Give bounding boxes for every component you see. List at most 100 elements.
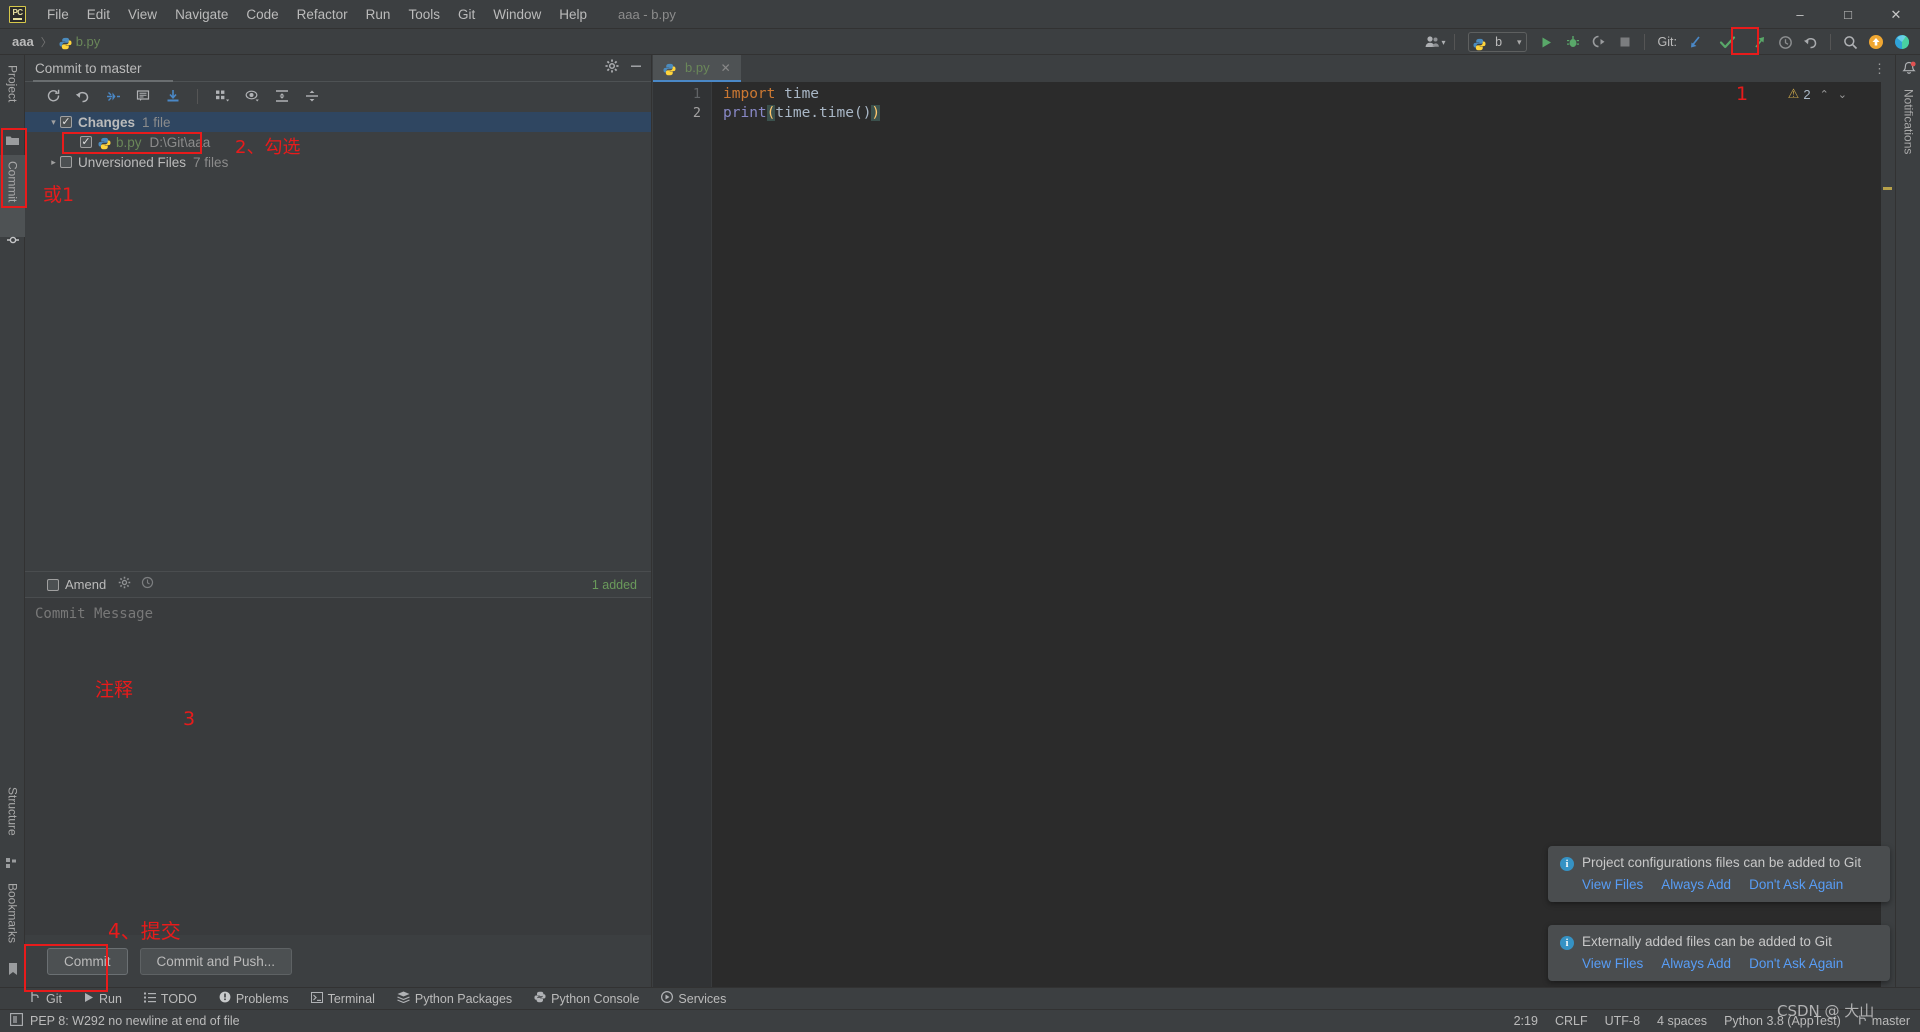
caret-position[interactable]: 2:19 bbox=[1514, 1014, 1538, 1028]
ide-icon[interactable] bbox=[1890, 31, 1914, 53]
expand-all-icon[interactable] bbox=[274, 88, 290, 104]
commit-button[interactable]: Commit bbox=[47, 947, 128, 975]
chevron-down-icon[interactable]: ▾ bbox=[1517, 37, 1522, 48]
tool-tab-services[interactable]: Services bbox=[661, 990, 726, 1006]
chevron-down-icon[interactable]: ▾ bbox=[47, 117, 60, 128]
rollback-icon[interactable] bbox=[75, 88, 91, 104]
commit-options-gear-icon[interactable] bbox=[118, 576, 131, 594]
notification-project-config: i Project configurations files can be ad… bbox=[1548, 846, 1890, 902]
git-update-icon[interactable] bbox=[1683, 31, 1707, 53]
message-history-icon[interactable] bbox=[135, 88, 151, 104]
menu-file[interactable]: File bbox=[38, 5, 78, 24]
line-separator[interactable]: CRLF bbox=[1555, 1014, 1588, 1028]
tool-tab-problems[interactable]: Problems bbox=[219, 991, 289, 1006]
tool-tab-todo[interactable]: TODO bbox=[143, 992, 197, 1006]
tab-b-py[interactable]: b.py ✕ bbox=[653, 55, 741, 82]
menu-git[interactable]: Git bbox=[449, 5, 484, 24]
indent-setting[interactable]: 4 spaces bbox=[1657, 1014, 1707, 1028]
breadcrumb-file[interactable]: b.py bbox=[76, 34, 101, 49]
menu-window[interactable]: Window bbox=[484, 5, 550, 24]
dont-ask-again-link[interactable]: Don't Ask Again bbox=[1749, 877, 1843, 892]
right-tool-stripe: Notifications bbox=[1895, 55, 1920, 987]
menu-navigate[interactable]: Navigate bbox=[166, 5, 237, 24]
download-icon[interactable] bbox=[165, 88, 181, 104]
structure-icon bbox=[6, 855, 18, 873]
sidebar-item-notifications[interactable]: Notifications bbox=[1896, 83, 1920, 187]
rollback-icon[interactable] bbox=[1799, 31, 1823, 53]
next-problem-icon[interactable]: ⌄ bbox=[1838, 88, 1847, 101]
run-icon[interactable] bbox=[1535, 31, 1559, 53]
tree-node-changes[interactable]: ▾ Changes 1 file bbox=[25, 112, 651, 132]
tool-tab-label: Terminal bbox=[327, 991, 375, 1006]
menu-view[interactable]: View bbox=[119, 5, 166, 24]
sidebar-item-commit[interactable]: Commit bbox=[0, 155, 25, 237]
user-icon[interactable]: ▾ bbox=[1423, 31, 1447, 53]
file-encoding[interactable]: UTF-8 bbox=[1605, 1014, 1640, 1028]
debug-icon[interactable] bbox=[1561, 31, 1585, 53]
sidebar-item-structure[interactable]: Structure bbox=[0, 781, 25, 857]
search-icon[interactable] bbox=[1838, 31, 1862, 53]
history-icon[interactable] bbox=[1773, 31, 1797, 53]
tree-node-unversioned[interactable]: ▸ Unversioned Files 7 files bbox=[25, 152, 651, 172]
refresh-icon[interactable] bbox=[45, 88, 61, 104]
close-button[interactable]: ✕ bbox=[1872, 0, 1920, 29]
notifications-bell-icon[interactable] bbox=[1902, 61, 1916, 81]
updates-icon[interactable] bbox=[1864, 31, 1888, 53]
group-by-icon[interactable] bbox=[214, 88, 230, 104]
file-checkbox[interactable] bbox=[80, 136, 92, 148]
amend-checkbox[interactable] bbox=[47, 578, 59, 591]
chevron-right-icon[interactable]: ▸ bbox=[47, 157, 60, 168]
sidebar-item-bookmarks[interactable]: Bookmarks bbox=[0, 877, 25, 963]
inspection-status[interactable]: ⚠ 2 ⌃ ⌄ bbox=[1788, 86, 1847, 102]
stripe-label-structure: Structure bbox=[5, 787, 20, 836]
maximize-button[interactable]: □ bbox=[1824, 0, 1872, 29]
close-icon[interactable]: ✕ bbox=[721, 61, 731, 75]
stop-icon[interactable] bbox=[1613, 31, 1637, 53]
run-configuration-selector[interactable]: b ▾ bbox=[1468, 32, 1527, 52]
bookmark-icon bbox=[8, 963, 18, 981]
gear-icon[interactable] bbox=[605, 59, 619, 78]
minimize-icon[interactable] bbox=[629, 59, 643, 78]
prev-problem-icon[interactable]: ⌃ bbox=[1820, 88, 1829, 101]
changes-checkbox[interactable] bbox=[60, 116, 72, 128]
warning-triangle-icon: ⚠ bbox=[1787, 86, 1800, 101]
tool-tab-git[interactable]: Git bbox=[30, 991, 62, 1006]
git-commit-check-icon[interactable] bbox=[1715, 31, 1739, 53]
services-icon bbox=[661, 990, 674, 1006]
commit-message-input[interactable]: Commit Message bbox=[25, 597, 651, 935]
preview-diff-icon[interactable] bbox=[244, 88, 260, 104]
tree-node-file[interactable]: b.py D:\Git\aaa bbox=[25, 132, 651, 152]
dont-ask-again-link[interactable]: Don't Ask Again bbox=[1749, 956, 1843, 971]
menu-run[interactable]: Run bbox=[357, 5, 400, 24]
view-files-link[interactable]: View Files bbox=[1582, 877, 1643, 892]
tool-tab-python-console[interactable]: Python Console bbox=[534, 991, 639, 1006]
editor-options-kebab-icon[interactable]: ⋮ bbox=[1873, 61, 1887, 77]
commit-and-push-button[interactable]: Commit and Push... bbox=[139, 947, 293, 975]
always-add-link[interactable]: Always Add bbox=[1661, 956, 1731, 971]
menu-code[interactable]: Code bbox=[237, 5, 287, 24]
menu-tools[interactable]: Tools bbox=[399, 5, 449, 24]
commit-history-icon[interactable] bbox=[141, 576, 154, 594]
tool-tab-run[interactable]: Run bbox=[84, 992, 122, 1006]
view-files-link[interactable]: View Files bbox=[1582, 956, 1643, 971]
collapse-all-icon[interactable] bbox=[304, 88, 320, 104]
unversioned-checkbox[interactable] bbox=[60, 156, 72, 168]
git-push-icon[interactable] bbox=[1747, 31, 1771, 53]
changes-label: Changes bbox=[78, 114, 136, 130]
menu-help[interactable]: Help bbox=[550, 5, 596, 24]
minimize-button[interactable]: – bbox=[1776, 0, 1824, 29]
pycharm-window: PC File Edit View Navigate Code Refactor… bbox=[0, 0, 1920, 1032]
warning-marker[interactable] bbox=[1883, 187, 1892, 190]
tool-tab-terminal[interactable]: Terminal bbox=[310, 991, 375, 1006]
always-add-link[interactable]: Always Add bbox=[1661, 877, 1731, 892]
tool-tab-label: Python Console bbox=[551, 991, 640, 1006]
tool-tab-python-packages[interactable]: Python Packages bbox=[397, 991, 512, 1006]
coverage-icon[interactable] bbox=[1587, 31, 1611, 53]
code-line-2: print(time.time()) bbox=[723, 104, 1895, 123]
breadcrumb-project[interactable]: aaa bbox=[12, 34, 34, 49]
sidebar-item-project[interactable]: Project bbox=[0, 59, 25, 129]
watermark: CSDN @ 大山 bbox=[1777, 1002, 1875, 1020]
menu-edit[interactable]: Edit bbox=[78, 5, 119, 24]
diff-icon[interactable] bbox=[105, 88, 121, 104]
menu-refactor[interactable]: Refactor bbox=[288, 5, 357, 24]
